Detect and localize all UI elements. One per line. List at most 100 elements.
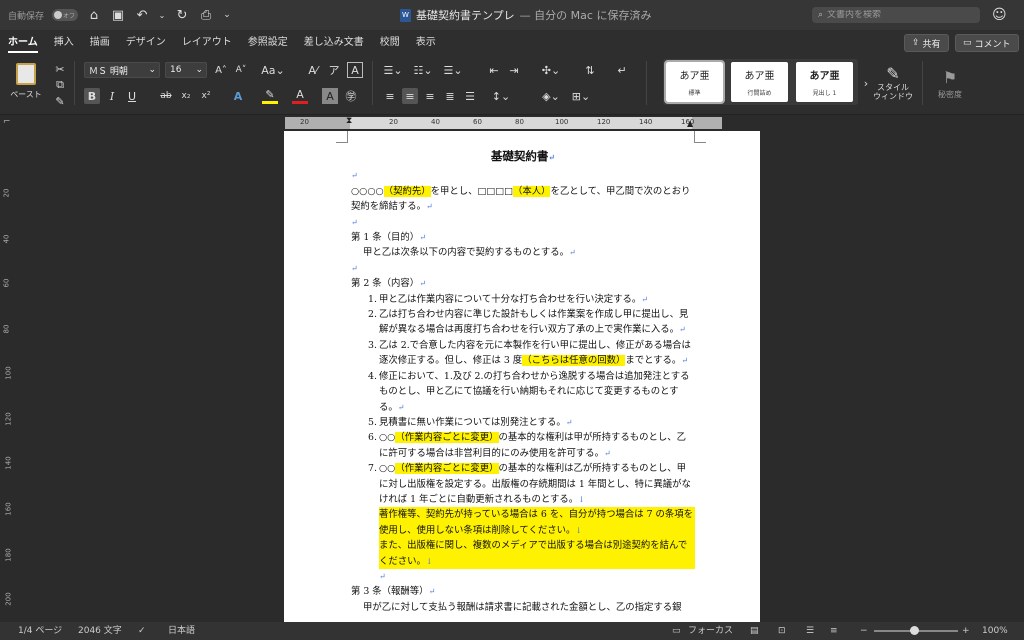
distributed-icon[interactable]: ☰ [462, 88, 478, 104]
search-icon: ⌕ [818, 10, 824, 20]
copy-icon[interactable]: ⧉ [52, 77, 68, 93]
ruler-track[interactable]: 20 20 40 60 80 100 120 140 160 ⧗ ▲ [285, 116, 722, 129]
word-count[interactable]: 2046 文字 [78, 622, 122, 640]
style-heading-1[interactable]: あア亜 見出し 1 [796, 62, 853, 102]
autosave-toggle[interactable]: オフ [52, 9, 79, 21]
character-shading-icon[interactable]: A [322, 88, 338, 104]
tab-draw[interactable]: 描画 [82, 30, 118, 55]
horizontal-ruler: ⌐ 20 20 40 60 80 100 120 140 160 ⧗ ▲ [0, 115, 1024, 131]
align-left-icon[interactable]: ≡ [382, 88, 398, 104]
focus-mode[interactable]: フォーカス [688, 622, 733, 640]
tab-selector-icon[interactable]: ⌐ [3, 117, 11, 127]
style-no-spacing[interactable]: あア亜 行間詰め [731, 62, 788, 102]
save-icon[interactable]: ▣ [110, 7, 126, 23]
comment-label: コメント [974, 39, 1011, 50]
undo-icon[interactable]: ↶ [134, 7, 150, 23]
align-right-icon[interactable]: ≡ [422, 88, 438, 104]
search-box[interactable]: ⌕ [812, 7, 980, 23]
search-input[interactable] [827, 10, 968, 20]
font-color-icon[interactable]: A [292, 88, 308, 104]
change-case-icon[interactable]: Aa⌄ [261, 62, 284, 78]
shrink-font-icon[interactable]: A˅ [233, 62, 249, 78]
increase-indent-icon[interactable]: ⇥ [506, 62, 522, 78]
article-body-text: 甲が乙に対して支払う報酬は請求書に記載された金額とし、乙の指定する銀 [363, 601, 682, 613]
numbering-icon[interactable]: ☷⌄ [412, 62, 434, 78]
text-effects-icon[interactable]: A [230, 88, 246, 104]
borders-icon[interactable]: ⊞⌄ [570, 88, 592, 104]
superscript-icon[interactable]: x² [198, 88, 214, 104]
redo-icon[interactable]: ↻ [174, 7, 190, 23]
tab-design[interactable]: デザイン [118, 30, 174, 55]
justify-icon[interactable]: ≣ [442, 88, 458, 104]
list-item-text: までとする。 [625, 355, 682, 367]
article-body: 甲が乙に対して支払う報酬は請求書に記載された金額とし、乙の指定する銀 [351, 600, 695, 615]
right-margin-area [692, 117, 722, 129]
zoom-level[interactable]: 100% [982, 622, 1008, 640]
styles-pane-button[interactable]: ✎ スタイル ウィンドウ [870, 59, 916, 107]
tab-view[interactable]: 表示 [408, 30, 444, 55]
align-center-icon[interactable]: ≡ [402, 88, 418, 104]
zoom-in-icon[interactable]: + [962, 622, 970, 640]
tab-home[interactable]: ホーム [0, 30, 46, 55]
show-formatting-marks-icon[interactable]: ↵ [614, 62, 630, 78]
language[interactable]: 日本語 [168, 622, 195, 640]
cut-icon[interactable]: ✂ [52, 61, 68, 77]
strikethrough-icon[interactable]: ab [158, 88, 174, 104]
tab-references[interactable]: 参照設定 [240, 30, 296, 55]
bold-icon[interactable]: B [84, 88, 100, 104]
customize-toolbar-icon[interactable]: ⌄ [222, 7, 232, 23]
shading-icon[interactable]: ◈⌄ [540, 88, 562, 104]
crop-mark [336, 131, 348, 143]
chevron-down-icon[interactable]: ⌄ [158, 7, 166, 23]
sort-icon[interactable]: ⇅ [582, 62, 598, 78]
style-normal[interactable]: あア亜 標準 [664, 60, 725, 104]
web-layout-icon[interactable]: ⊡ [778, 622, 786, 640]
ruler-tick: 80 [2, 324, 11, 334]
draft-view-icon[interactable]: ≡ [830, 622, 838, 640]
underline-icon[interactable]: U [124, 88, 140, 104]
font-name-select[interactable]: ＭＳ 明朝 ⌄ [84, 62, 160, 78]
document-page[interactable]: 基礎契約書↵ ↵ ○○○○（契約先）を甲とし、□□□□（本人）を乙として、甲乙間… [284, 131, 760, 622]
clear-formatting-icon[interactable]: A⁄ [305, 62, 321, 78]
tab-mailings[interactable]: 差し込み文書 [296, 30, 372, 55]
home-icon[interactable]: ⌂ [86, 7, 102, 23]
proofing-icon[interactable]: ✓ [138, 622, 146, 640]
document-name: 基礎契約書テンプレ [416, 9, 515, 22]
print-layout-icon[interactable]: ▤ [750, 622, 759, 640]
tab-insert[interactable]: 挿入 [46, 30, 82, 55]
right-indent-marker-icon[interactable]: ▲ [687, 119, 693, 128]
tab-layout[interactable]: レイアウト [174, 30, 240, 55]
highlight-color-icon[interactable]: ✎ [262, 88, 278, 104]
line-spacing-icon[interactable]: ↕⌄ [490, 88, 512, 104]
sensitivity-button[interactable]: ⚑ 秘密度 [930, 59, 970, 107]
print-icon[interactable]: ⎙ [198, 7, 214, 23]
focus-icon[interactable]: ▭ [672, 622, 681, 640]
paste-label: ペースト [10, 89, 42, 99]
title-bar: 自動保存 オフ ⌂ ▣ ↶ ⌄ ↻ ⎙ ⌄ W 基礎契約書テンプレ — 自分の … [0, 0, 1024, 30]
list-item-text: 見積書に無い作業については別発注とする。 [379, 416, 566, 428]
italic-icon[interactable]: I [104, 88, 120, 104]
outline-view-icon[interactable]: ☰ [806, 622, 814, 640]
enclose-characters-icon[interactable]: ㊫ [343, 88, 359, 104]
phonetic-guide-icon[interactable]: ア [326, 62, 342, 78]
share-button[interactable]: ⇪ 共有 [904, 34, 949, 52]
feedback-smiley-icon[interactable]: ☺ [992, 7, 1008, 23]
document-body[interactable]: 基礎契約書↵ ↵ ○○○○（契約先）を甲とし、□□□□（本人）を乙として、甲乙間… [351, 149, 695, 615]
subscript-icon[interactable]: x₂ [178, 88, 194, 104]
page-count[interactable]: 1/4 ページ [18, 622, 62, 640]
grow-font-icon[interactable]: A˄ [213, 62, 229, 78]
bullets-icon[interactable]: ☰⌄ [382, 62, 404, 78]
paste-button[interactable]: ペースト [8, 59, 44, 103]
format-painter-icon[interactable]: ✎ [52, 93, 68, 109]
multilevel-list-icon[interactable]: ☰⌄ [442, 62, 464, 78]
font-size-select[interactable]: 16 ⌄ [165, 62, 207, 78]
zoom-slider-knob[interactable] [910, 626, 919, 635]
zoom-out-icon[interactable]: − [860, 622, 868, 640]
tab-review[interactable]: 校閲 [372, 30, 408, 55]
ruler-tick: 60 [473, 118, 482, 126]
comment-button[interactable]: ▭ コメント [955, 34, 1019, 52]
decrease-indent-icon[interactable]: ⇤ [486, 62, 502, 78]
asian-layout-icon[interactable]: ✣⌄ [540, 62, 562, 78]
character-border-icon[interactable]: A [347, 62, 363, 78]
indent-marker-icon[interactable]: ⧗ [346, 116, 352, 126]
